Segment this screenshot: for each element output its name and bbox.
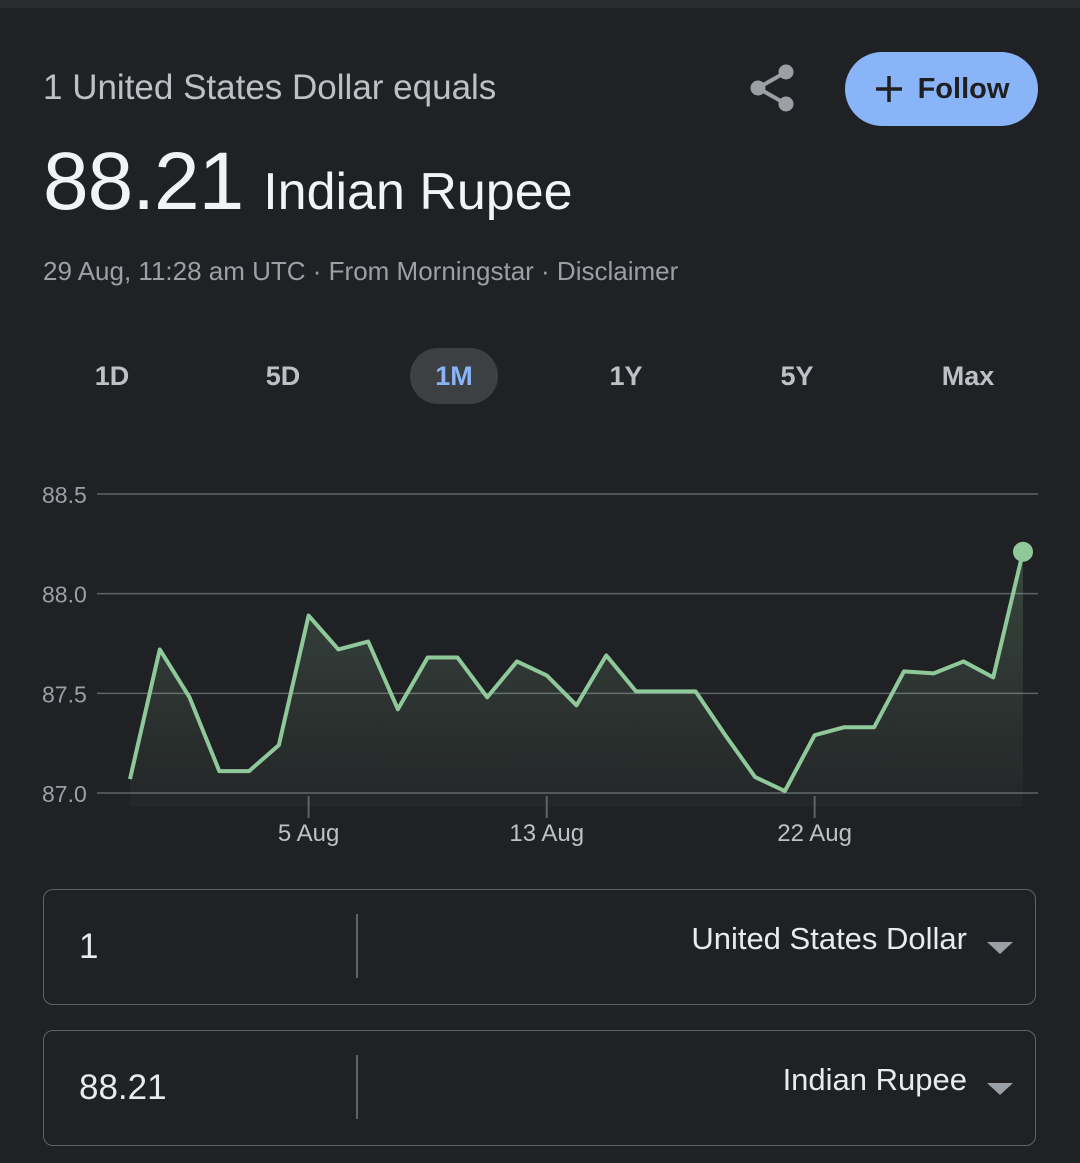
data-point <box>783 789 787 793</box>
converter-from: 1 United States Dollar <box>43 889 1036 1005</box>
rate-currency: Indian Rupee <box>263 163 573 221</box>
share-icon <box>750 64 794 112</box>
data-point <box>723 733 727 737</box>
price-chart[interactable]: 88.5 88.0 87.5 87.0 5 Aug 13 Aug 22 Aug <box>0 470 1080 860</box>
plus-icon <box>875 76 902 102</box>
data-point <box>277 743 281 747</box>
from-currency-select[interactable]: United States Dollar <box>691 890 967 1004</box>
share-button[interactable] <box>742 58 802 118</box>
data-point <box>991 675 995 679</box>
area-fill <box>130 551 1023 807</box>
to-currency-select[interactable]: Indian Rupee <box>783 1031 967 1145</box>
y-tick-label: 88.5 <box>42 482 87 508</box>
x-tick-label: 22 Aug <box>777 820 852 847</box>
follow-label: Follow <box>917 72 1010 105</box>
data-point <box>753 775 757 779</box>
data-point <box>575 703 579 707</box>
exchange-rate: 88.21 Indian Rupee <box>43 135 573 229</box>
y-tick-label: 88.0 <box>42 582 87 608</box>
conversion-header: 1 United States Dollar equals <box>43 68 497 107</box>
range-tab-5d[interactable]: 5D <box>239 348 327 404</box>
x-tick-label: 5 Aug <box>278 820 339 847</box>
data-point <box>366 640 370 644</box>
data-point <box>694 689 698 693</box>
range-tab-1m[interactable]: 1M <box>410 348 498 404</box>
data-point <box>485 695 489 699</box>
data-point <box>604 653 608 657</box>
data-point <box>128 777 132 781</box>
data-point <box>902 669 906 673</box>
x-tick-label: 13 Aug <box>509 820 584 847</box>
data-point <box>961 659 965 663</box>
range-tab-1d[interactable]: 1D <box>68 348 156 404</box>
range-tab-5y[interactable]: 5Y <box>753 348 841 404</box>
y-tick-label: 87.5 <box>42 681 87 707</box>
data-point <box>426 655 430 659</box>
data-point <box>842 725 846 729</box>
data-point <box>217 769 221 773</box>
range-tab-1y[interactable]: 1Y <box>582 348 670 404</box>
data-point <box>932 671 936 675</box>
data-point <box>634 689 638 693</box>
current-value-dot <box>1013 541 1033 562</box>
data-point <box>247 769 251 773</box>
y-tick-label: 87.0 <box>42 781 87 807</box>
to-amount-input[interactable]: 88.21 <box>79 1031 167 1145</box>
data-point <box>307 614 311 618</box>
range-tab-max[interactable]: Max <box>924 348 1012 404</box>
data-point <box>188 695 192 699</box>
follow-button[interactable]: Follow <box>845 52 1038 126</box>
data-point <box>664 689 668 693</box>
converter-divider <box>356 1055 358 1119</box>
dropdown-arrow-icon[interactable] <box>987 942 1013 954</box>
dropdown-arrow-icon[interactable] <box>987 1083 1013 1095</box>
converter-divider <box>356 914 358 978</box>
data-point <box>872 725 876 729</box>
rate-value: 88.21 <box>43 136 244 227</box>
top-divider <box>0 0 1080 8</box>
data-point <box>545 673 549 677</box>
data-point <box>336 647 340 651</box>
data-point <box>396 707 400 711</box>
converter-to: 88.21 Indian Rupee <box>43 1030 1036 1146</box>
data-point <box>158 647 162 651</box>
data-point <box>813 733 817 737</box>
rate-metadata: 29 Aug, 11:28 am UTC · From Morningstar … <box>43 256 679 286</box>
data-point <box>455 655 459 659</box>
data-point <box>515 659 519 663</box>
from-amount-input[interactable]: 1 <box>79 890 98 1004</box>
